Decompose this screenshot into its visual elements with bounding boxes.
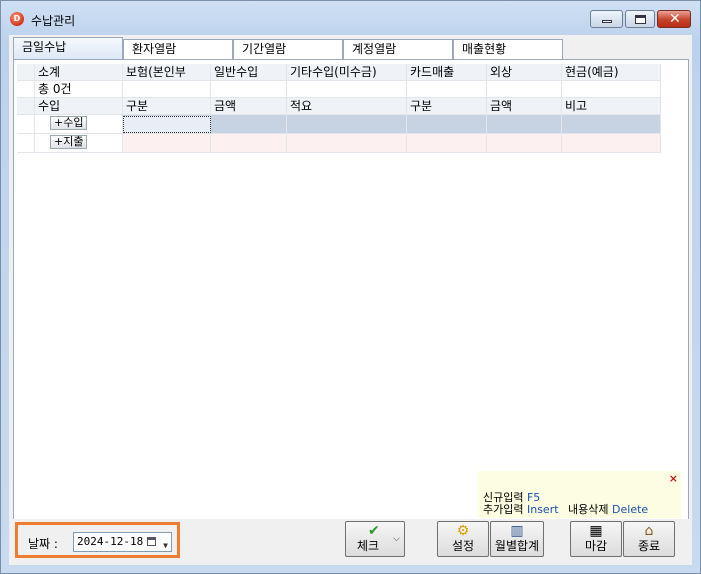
col-category-2: 구분 — [407, 98, 487, 115]
settings-button[interactable]: ⚙ 설정 — [437, 521, 489, 557]
total-row: 총 0건 — [17, 81, 661, 98]
expense-amount-cell[interactable] — [211, 134, 287, 153]
hint-delete-key: Delete — [612, 503, 649, 516]
col-cash: 현금(예금) — [562, 64, 661, 81]
expense-remarks-cell[interactable] — [562, 134, 661, 153]
chevron-down-icon[interactable]: ▼ — [163, 537, 168, 555]
exit-button[interactable]: ⌂ 종료 — [623, 521, 675, 557]
entry-label: 수입 — [35, 98, 123, 115]
date-value: 2024-12-18 — [77, 535, 144, 548]
date-selector-group: 날짜 : 2024-12-18 ▼ — [15, 522, 180, 558]
main-window: D 수납관리 ✕ 금일수납 환자열람 기간열람 계정열람 매출현황 소계 보험(… — [0, 0, 701, 574]
date-label: 날짜 : — [28, 537, 58, 551]
expense-category-2-cell[interactable] — [407, 134, 487, 153]
minimize-button[interactable] — [590, 10, 623, 28]
income-description-cell[interactable] — [287, 115, 407, 134]
close-day-button-label: 마감 — [584, 539, 608, 553]
add-expense-button[interactable]: +지출 — [50, 135, 88, 149]
expense-row[interactable]: +지출 — [17, 134, 661, 153]
title-bar: D 수납관리 ✕ — [1, 1, 700, 35]
summary-label: 소계 — [35, 64, 123, 81]
col-card-sales: 카드매출 — [407, 64, 487, 81]
focused-cell[interactable] — [123, 116, 211, 133]
summary-header-row: 소계 보험(본인부 일반수입 기타수입(미수금) 카드매출 외상 현금(예금) — [17, 64, 661, 81]
income-category-2-cell[interactable] — [407, 115, 487, 134]
date-picker[interactable]: 2024-12-18 ▼ — [73, 532, 172, 552]
col-remarks: 비고 — [562, 98, 661, 115]
exit-button-label: 종료 — [637, 539, 661, 553]
maximize-icon — [635, 15, 646, 24]
col-amount: 금액 — [211, 98, 287, 115]
hint-delete-label: 내용삭제 — [568, 503, 609, 516]
tab-account-view[interactable]: 계정열람 — [343, 39, 453, 59]
col-category: 구분 — [123, 98, 211, 115]
calendar-icon[interactable] — [147, 537, 156, 546]
tab-period-view[interactable]: 기간열람 — [233, 39, 343, 59]
maximize-button[interactable] — [625, 10, 655, 28]
hint-line-add: 추가입력 Insert 내용삭제 Delete — [483, 501, 648, 517]
entry-header-row: 수입 구분 금액 적요 구분 금액 비고 — [17, 98, 661, 115]
income-row[interactable]: +수입 — [17, 115, 661, 134]
monthly-total-button[interactable]: ▥ 월별합계 — [490, 521, 544, 557]
close-day-button[interactable]: ▦ 마감 — [570, 521, 622, 557]
hint-add-key: Insert — [526, 503, 559, 516]
income-amount-2-cell[interactable] — [487, 115, 562, 134]
income-amount-cell[interactable] — [211, 115, 287, 134]
check-button[interactable]: ✔ 체크 ⌵ — [345, 521, 405, 557]
chevron-down-icon[interactable]: ⌵ — [393, 534, 400, 544]
expense-category-cell[interactable] — [123, 134, 211, 153]
expense-amount-2-cell[interactable] — [487, 134, 562, 153]
tab-today-payments[interactable]: 금일수납 — [13, 37, 123, 60]
minimize-icon — [602, 20, 612, 23]
tab-sales-status[interactable]: 매출현황 — [453, 39, 563, 59]
close-icon: ✕ — [669, 11, 681, 27]
hint-add-label: 추가입력 — [483, 503, 524, 516]
tab-panel-today: 소계 보험(본인부 일반수입 기타수입(미수금) 카드매출 외상 현금(예금) … — [13, 59, 689, 554]
income-remarks-cell[interactable] — [562, 115, 661, 134]
shortcut-hint-panel: × 신규입력 F5 추가입력 Insert 내용삭제 Delete — [478, 471, 681, 518]
window-title: 수납관리 — [31, 14, 76, 28]
tab-patient-view[interactable]: 환자열람 — [123, 39, 233, 59]
col-amount-2: 금액 — [487, 98, 562, 115]
settings-button-label: 설정 — [451, 539, 475, 553]
col-credit: 외상 — [487, 64, 562, 81]
total-count: 총 0건 — [35, 81, 123, 98]
close-button[interactable]: ✕ — [657, 10, 691, 28]
col-insurance: 보험(본인부 — [123, 64, 211, 81]
col-other-income: 기타수입(미수금) — [287, 64, 407, 81]
hint-close-icon[interactable]: × — [669, 472, 678, 485]
bottom-toolbar: 날짜 : 2024-12-18 ▼ ✔ 체크 ⌵ ⚙ 설정 ▥ 월별합계 ▦ 마… — [9, 519, 692, 565]
col-description: 적요 — [287, 98, 407, 115]
expense-description-cell[interactable] — [287, 134, 407, 153]
col-general-income: 일반수입 — [211, 64, 287, 81]
add-income-button[interactable]: +수입 — [50, 116, 88, 130]
monthly-total-button-label: 월별합계 — [494, 539, 540, 553]
app-icon: D — [10, 12, 24, 26]
check-button-label: 체크 — [356, 539, 380, 553]
client-area: 금일수납 환자열람 기간열람 계정열람 매출현황 소계 보험(본인부 일반수입 … — [9, 35, 692, 565]
